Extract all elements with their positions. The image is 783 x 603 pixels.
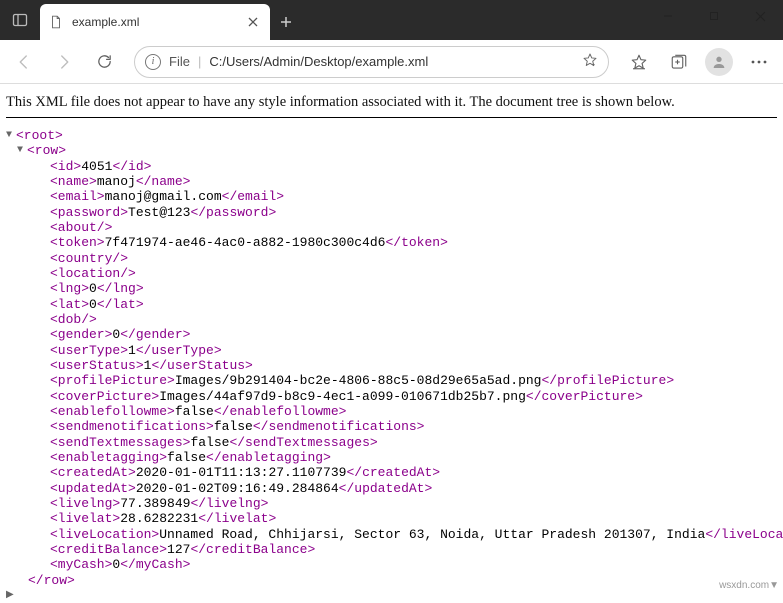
- url-protocol: File: [169, 54, 190, 69]
- xml-field: <userType>1</userType>: [6, 343, 777, 358]
- xml-field: <profilePicture>Images/9b291404-bc2e-480…: [6, 373, 777, 388]
- watermark: wsxdn.com▼: [719, 580, 779, 591]
- xml-field: <lng>0</lng>: [6, 281, 777, 296]
- file-icon: [48, 14, 64, 30]
- browser-tab[interactable]: example.xml: [40, 4, 270, 40]
- avatar: [705, 48, 733, 76]
- favorites-icon[interactable]: [621, 46, 657, 78]
- xml-field: <enabletagging>false</enabletagging>: [6, 450, 777, 465]
- collections-icon[interactable]: [661, 46, 697, 78]
- xml-field: <createdAt>2020-01-01T11:13:27.1107739</…: [6, 465, 777, 480]
- xml-field: <id>4051</id>: [6, 159, 777, 174]
- xml-field: <sendmenotifications>false</sendmenotifi…: [6, 419, 777, 434]
- tab-title: example.xml: [72, 15, 244, 29]
- xml-field: <livelat>28.6282231</livelat>: [6, 511, 777, 526]
- xml-field: <enablefollowme>false</enablefollowme>: [6, 404, 777, 419]
- page-content: This XML file does not appear to have an…: [0, 84, 783, 603]
- xml-field: <dob/>: [6, 312, 777, 327]
- xml-field: <lat>0</lat>: [6, 297, 777, 312]
- xml-field: <userStatus>1</userStatus>: [6, 358, 777, 373]
- close-window-button[interactable]: [737, 0, 783, 32]
- xml-field: <livelng>77.389849</livelng>: [6, 496, 777, 511]
- xml-field: <about/>: [6, 220, 777, 235]
- xml-tree: ▼<root>▼<row><id>4051</id><name>manoj</n…: [6, 128, 777, 603]
- xml-notice: This XML file does not appear to have an…: [6, 92, 777, 118]
- tab-actions-icon[interactable]: [0, 0, 40, 40]
- xml-field: <coverPicture>Images/44af97d9-b8c9-4ec1-…: [6, 389, 777, 404]
- xml-field: <sendTextmessages>false</sendTextmessage…: [6, 435, 777, 450]
- xml-field: <myCash>0</myCash>: [6, 557, 777, 572]
- window-controls: [645, 0, 783, 32]
- reload-button[interactable]: [86, 46, 122, 78]
- url-separator: |: [198, 54, 201, 69]
- xml-row-close: </row>: [6, 573, 777, 588]
- address-bar[interactable]: i File | C:/Users/Admin/Desktop/example.…: [134, 46, 609, 78]
- toolbar: i File | C:/Users/Admin/Desktop/example.…: [0, 40, 783, 84]
- xml-field: <country/>: [6, 251, 777, 266]
- site-info-icon[interactable]: i: [145, 54, 161, 70]
- xml-field: <updatedAt>2020-01-02T09:16:49.284864</u…: [6, 481, 777, 496]
- url-path: C:/Users/Admin/Desktop/example.xml: [209, 54, 428, 69]
- xml-field: <email>manoj@gmail.com</email>: [6, 189, 777, 204]
- xml-field: <location/>: [6, 266, 777, 281]
- minimize-button[interactable]: [645, 0, 691, 32]
- xml-field: <password>Test@123</password>: [6, 205, 777, 220]
- xml-field: <creditBalance>127</creditBalance>: [6, 542, 777, 557]
- forward-button[interactable]: [46, 46, 82, 78]
- xml-field: <liveLocation>Unnamed Road, Chhijarsi, S…: [6, 527, 777, 542]
- close-tab-icon[interactable]: [244, 13, 262, 31]
- menu-button[interactable]: [741, 46, 777, 78]
- titlebar: example.xml: [0, 0, 783, 40]
- maximize-button[interactable]: [691, 0, 737, 32]
- back-button[interactable]: [6, 46, 42, 78]
- xml-field: <name>manoj</name>: [6, 174, 777, 189]
- new-tab-button[interactable]: [270, 4, 302, 40]
- xml-field: <gender>0</gender>: [6, 327, 777, 342]
- favorite-icon[interactable]: [582, 52, 598, 71]
- profile-button[interactable]: [701, 46, 737, 78]
- xml-field: <token>7f471974-ae46-4ac0-a882-1980c300c…: [6, 235, 777, 250]
